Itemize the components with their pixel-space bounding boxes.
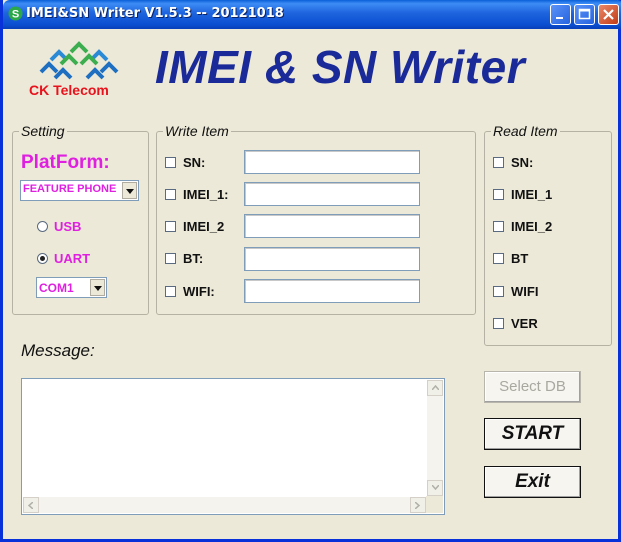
chevron-down-icon [432,485,439,490]
title-bar[interactable]: S IMEI&SN Writer V1.5.3 -- 20121018 [3,0,621,29]
write-sn-label: SN: [183,155,206,170]
close-button[interactable] [598,4,619,25]
select-db-button[interactable]: Select DB [484,371,581,403]
exit-button[interactable]: Exit [484,466,581,498]
bt-input[interactable] [244,247,420,271]
write-imei2-checkbox[interactable] [165,221,176,232]
scroll-up-button[interactable] [427,380,443,396]
app-icon: S [8,6,23,21]
start-button[interactable]: START [484,418,581,450]
write-imei1-label: IMEI_1: [183,187,229,202]
read-sn-label: SN: [511,155,534,170]
maximize-icon [578,8,591,20]
chevron-up-icon [432,385,439,390]
scroll-right-button[interactable] [410,497,426,513]
read-sn-checkbox[interactable] [493,157,504,168]
uart-label: UART [54,251,91,266]
com-port-value: COM1 [39,281,74,295]
app-window: S IMEI&SN Writer V1.5.3 -- 20121018 CK T… [0,0,621,542]
logo-text: CK Telecom [29,82,109,98]
chevron-left-icon [28,502,33,509]
imei2-input[interactable] [244,214,420,238]
read-bt-label: BT [511,251,529,266]
com-port-select[interactable]: COM1 [36,277,107,298]
chevron-right-icon [415,502,420,509]
platform-value: FEATURE PHONE [23,183,117,195]
platform-select[interactable]: FEATURE PHONE [20,180,139,201]
read-ver-label: VER [511,316,538,331]
chevron-down-icon [94,286,102,291]
read-imei1-label: IMEI_1 [511,187,553,202]
minimize-button[interactable] [550,4,571,25]
uart-radio[interactable] [37,253,48,264]
platform-dropdown-button[interactable] [122,182,137,199]
minimize-icon [556,17,563,19]
setting-legend: Setting [19,123,67,139]
read-imei1-checkbox[interactable] [493,189,504,200]
write-imei2-label: IMEI_2 [183,219,225,234]
svg-text:S: S [12,9,19,21]
read-ver-checkbox[interactable] [493,318,504,329]
write-wifi-checkbox[interactable] [165,286,176,297]
write-wifi-label: WIFI: [183,284,215,299]
read-imei2-checkbox[interactable] [493,221,504,232]
app-title: IMEI & SN Writer [155,41,526,93]
platform-label: PlatForm: [21,152,110,173]
write-sn-checkbox[interactable] [165,157,176,168]
read-wifi-label: WIFI [511,284,539,299]
usb-radio[interactable] [37,221,48,232]
write-item-legend: Write Item [163,123,231,139]
window-title: IMEI&SN Writer V1.5.3 -- 20121018 [26,6,284,21]
scrollbar-corner [426,496,443,513]
vertical-scrollbar[interactable] [427,380,443,496]
scroll-down-button[interactable] [427,480,443,496]
imei1-input[interactable] [244,182,420,206]
com-port-dropdown-button[interactable] [90,279,105,296]
chevron-down-icon [126,189,134,194]
read-imei2-label: IMEI_2 [511,219,553,234]
maximize-button[interactable] [574,4,595,25]
write-bt-checkbox[interactable] [165,253,176,264]
write-bt-label: BT: [183,251,204,266]
wifi-input[interactable] [244,279,420,303]
read-bt-checkbox[interactable] [493,253,504,264]
sn-input[interactable] [244,150,420,174]
write-imei1-checkbox[interactable] [165,189,176,200]
horizontal-scrollbar[interactable] [23,497,426,513]
close-icon [603,9,614,20]
message-textarea[interactable] [21,378,445,515]
scroll-left-button[interactable] [23,497,39,513]
read-item-legend: Read Item [491,123,560,139]
message-label: Message: [21,341,95,360]
usb-label: USB [54,219,82,234]
read-wifi-checkbox[interactable] [493,286,504,297]
